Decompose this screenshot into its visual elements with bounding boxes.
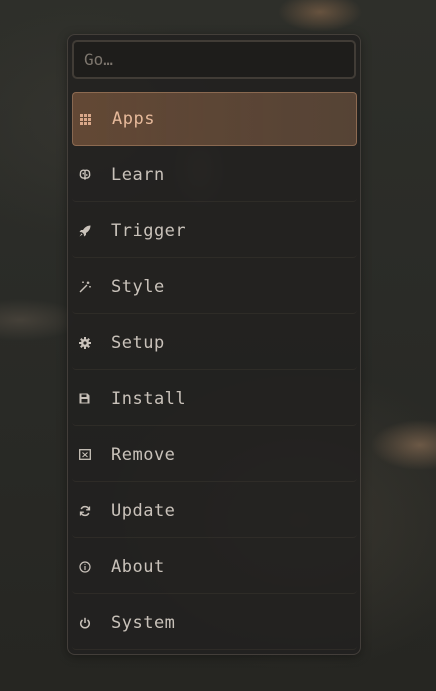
menu-item-system[interactable]: System <box>72 596 357 650</box>
gear-icon <box>78 336 91 349</box>
menu-item-about[interactable]: About <box>72 540 357 594</box>
search-box[interactable] <box>72 40 356 79</box>
menu-item-label: Trigger <box>111 220 187 241</box>
menu-item-learn[interactable]: Learn <box>72 148 357 202</box>
menu-item-install[interactable]: Install <box>72 372 357 426</box>
power-icon <box>78 616 91 629</box>
launcher-panel: Apps Learn Trigger <box>67 34 361 655</box>
menu-item-label: Install <box>111 388 187 409</box>
menu-item-label: Learn <box>111 164 165 185</box>
menu-item-label: Apps <box>112 109 155 129</box>
menu-item-label: Setup <box>111 332 165 353</box>
floppy-disk-icon <box>78 392 91 405</box>
menu-item-update[interactable]: Update <box>72 484 357 538</box>
menu-item-label: Update <box>111 500 176 521</box>
menu-item-label: About <box>111 556 165 577</box>
info-icon <box>78 560 91 573</box>
menu-item-trigger[interactable]: Trigger <box>72 204 357 258</box>
brain-icon <box>78 168 91 181</box>
menu-item-setup[interactable]: Setup <box>72 316 357 370</box>
menu-item-label: Style <box>111 276 165 297</box>
menu-item-style[interactable]: Style <box>72 260 357 314</box>
menu-item-label: Remove <box>111 444 176 465</box>
menu-item-remove[interactable]: Remove <box>72 428 357 482</box>
menu-list: Apps Learn Trigger Style Setup Install R… <box>72 92 357 652</box>
menu-item-label: System <box>111 612 176 633</box>
magic-wand-icon <box>78 280 91 293</box>
remove-box-icon <box>78 448 91 461</box>
grid-icon <box>79 113 92 126</box>
rocket-icon <box>78 224 91 237</box>
search-input[interactable] <box>74 42 354 77</box>
refresh-icon <box>78 504 91 517</box>
menu-item-apps[interactable]: Apps <box>72 92 357 146</box>
